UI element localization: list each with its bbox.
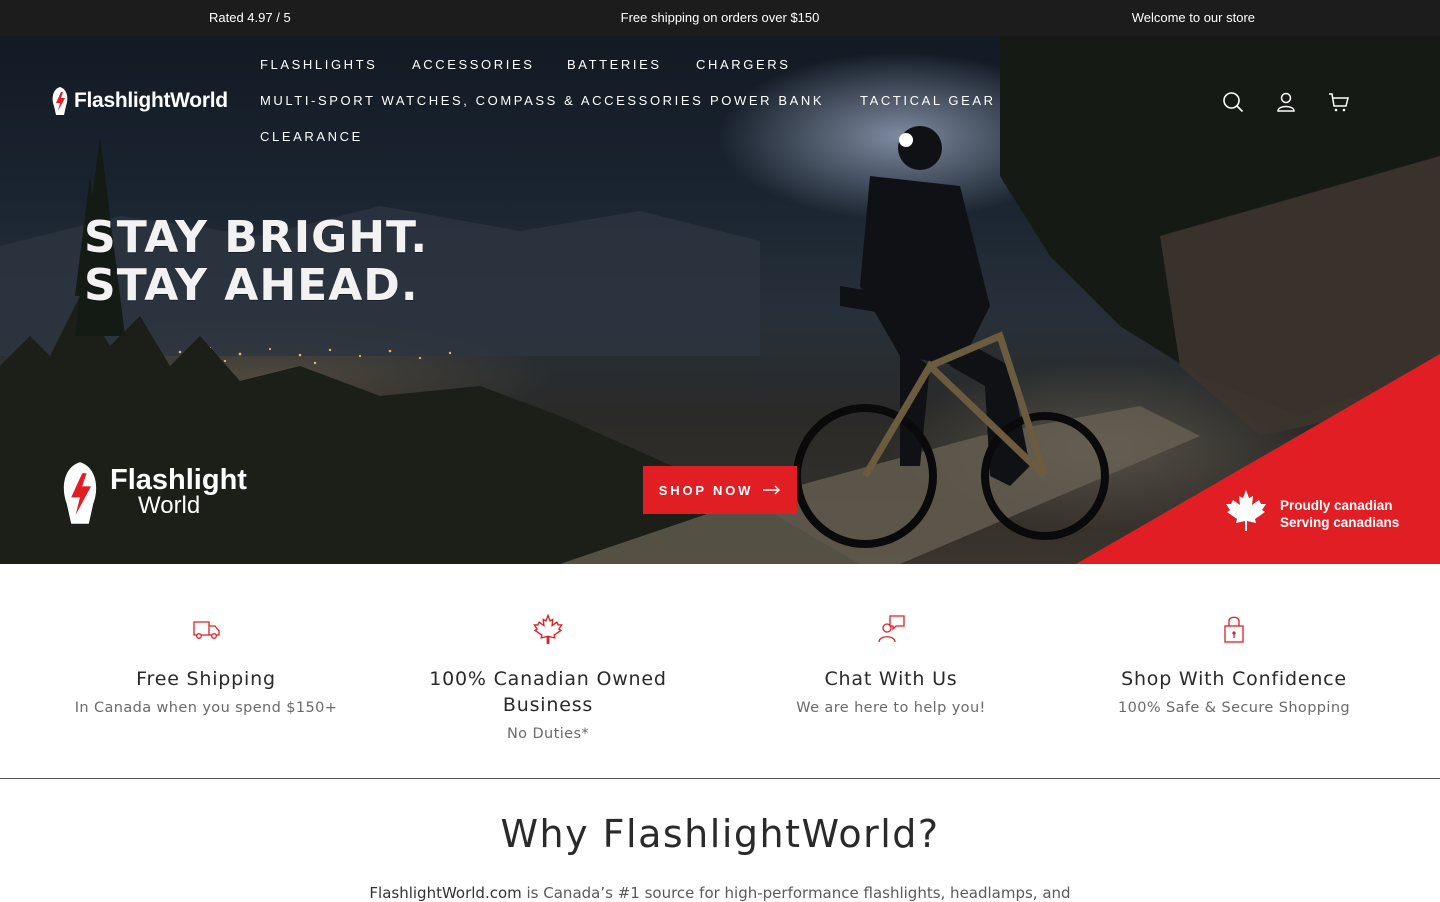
feature-chat: Chat With Us We are here to help you! [741,614,1041,716]
feature-free-shipping: Free Shipping In Canada when you spend $… [56,614,356,716]
cart-icon[interactable] [1328,91,1350,113]
features-section: Free Shipping In Canada when you spend $… [0,564,1440,779]
canada-badge-text: Proudly canadian Serving canadians [1280,497,1399,531]
canada-badge-line-1: Proudly canadian [1280,498,1393,513]
logo-text: FlashlightWorld [74,89,228,112]
why-section: Why FlashlightWorld? FlashlightWorld.com… [0,780,1440,902]
flashlight-logo-icon [52,87,68,115]
feature-subtitle: 100% Safe & Secure Shopping [1117,700,1351,716]
why-title: Why FlashlightWorld? [500,812,940,856]
why-intro: FlashlightWorld.com is Canada’s #1 sourc… [0,884,1440,902]
headline-line-2: STAY AHEAD. [84,260,419,311]
maple-leaf-icon [533,613,563,644]
feature-title: Free Shipping [136,668,276,690]
search-icon[interactable] [1222,91,1244,113]
shop-now-button[interactable]: SHOP NOW [643,466,797,514]
feature-title: 100% Canadian Owned Business [429,668,667,716]
hero-logo-line-1: Flashlight [110,464,247,496]
chat-support-icon [878,615,905,643]
nav-tactical-gear[interactable]: TACTICAL GEAR [860,93,996,108]
lock-icon [1224,616,1244,643]
feature-subtitle: In Canada when you spend $150+ [74,700,338,716]
nav-clearance[interactable]: CLEARANCE [260,129,363,144]
welcome-text: Welcome to our store [1131,10,1255,25]
feature-shop-confidence: Shop With Confidence 100% Safe & Secure … [1084,614,1384,716]
header-icons [1222,91,1350,113]
nav-power-bank[interactable]: POWER BANK [710,93,824,108]
feature-subtitle: We are here to help you! [796,700,986,716]
feature-title: Chat With Us [824,668,958,690]
brand-link[interactable]: FlashlightWorld.com [369,884,521,902]
nav-multi-sport-watches[interactable]: MULTI-SPORT WATCHES, COMPASS & ACCESSORI… [260,93,703,108]
hero-headline: STAY BRIGHT. STAY AHEAD. [84,214,428,310]
account-icon[interactable] [1275,91,1297,113]
announcement-bar: Rated 4.97 / 5 Free shipping on orders o… [0,0,1440,36]
nav-chargers[interactable]: CHARGERS [696,57,790,72]
feature-title: Shop With Confidence [1121,668,1347,690]
nav-accessories[interactable]: ACCESSORIES [412,57,535,72]
truck-icon [193,621,220,639]
site-logo[interactable]: FlashlightWorld [50,86,228,116]
hero-logo: Flashlight World [58,460,247,526]
canada-badge-line-2: Serving canadians [1280,515,1400,530]
feature-subtitle: No Duties* [506,726,590,742]
flashlight-logo-icon [63,462,97,524]
headline-line-1: STAY BRIGHT. [84,212,429,263]
why-intro-text: is Canada’s #1 source for high-performan… [521,884,1071,902]
arrow-right-icon [763,485,781,495]
feature-canadian-owned: 100% Canadian Owned Business No Duties* [398,613,698,742]
nav-batteries[interactable]: BATTERIES [567,57,662,72]
canada-badge-background [1076,354,1440,564]
hero-banner: FlashlightWorld FLASHLIGHTS ACCESSORIES … [0,36,1440,564]
maple-leaf-icon [1226,490,1266,531]
shop-now-label: SHOP NOW [658,482,754,498]
hero-logo-line-2: World [138,492,201,519]
nav-flashlights[interactable]: FLASHLIGHTS [260,57,377,72]
